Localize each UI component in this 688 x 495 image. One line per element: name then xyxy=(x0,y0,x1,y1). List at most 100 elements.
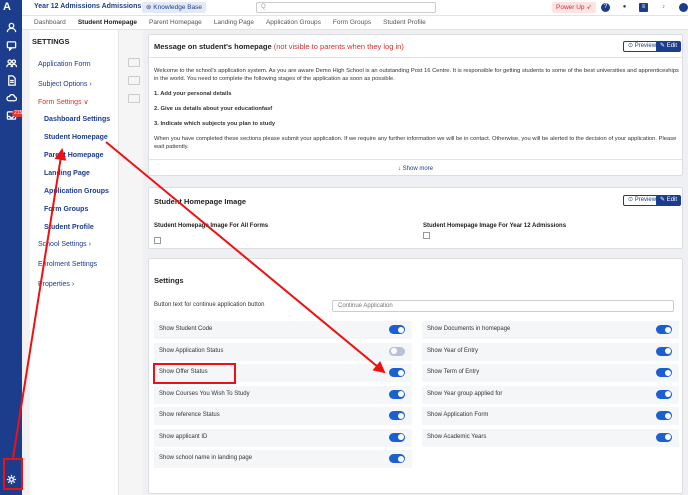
tab-form-groups[interactable]: Form Groups xyxy=(333,19,371,26)
settings-sidebar: SETTINGS Application Form Subject Option… xyxy=(30,30,118,495)
edit-label: Edit xyxy=(666,197,678,203)
knowledge-base-label: Knowledge Base xyxy=(153,4,203,11)
message-outro: When you have completed these sections p… xyxy=(154,136,677,150)
toggle-switch[interactable] xyxy=(389,346,405,356)
eye-icon: ⊙ xyxy=(628,43,635,49)
sidebar-item-enrolment-settings[interactable]: Enrolment Settings xyxy=(38,261,97,268)
sidebar-item-subject-options[interactable]: Subject Options › xyxy=(38,81,92,88)
message-icon[interactable] xyxy=(3,38,19,52)
settings-title: SETTINGS xyxy=(32,37,70,46)
toggle-switch[interactable] xyxy=(389,368,405,377)
tab-parent-homepage[interactable]: Parent Homepage xyxy=(149,19,202,26)
user-icon[interactable] xyxy=(3,20,19,34)
preview-label: Preview xyxy=(634,197,657,203)
app-logo-icon[interactable]: A xyxy=(3,1,11,13)
message-step-2: 2. Give us details about your educationf… xyxy=(154,106,273,112)
toggle-row: Show Application Status xyxy=(154,342,412,361)
tab-student-profile[interactable]: Student Profile xyxy=(383,19,426,26)
power-up-label: Power Up xyxy=(556,4,585,11)
image-label-year12: Student Homepage Image For Year 12 Admis… xyxy=(423,223,567,229)
cloud-icon[interactable] xyxy=(3,90,19,104)
toggle-label: Show Academic Years xyxy=(427,433,487,440)
sidebar-item-parent-homepage[interactable]: Parent Homepage xyxy=(44,152,104,159)
sidebar-item-form-groups[interactable]: Form Groups xyxy=(44,206,88,213)
school-selector[interactable]: Year 12 Admissions Admissions Y... xyxy=(34,3,153,10)
sidebar-item-dashboard-settings[interactable]: Dashboard Settings xyxy=(44,116,110,123)
panel-icon[interactable] xyxy=(128,76,140,85)
toggle-switch[interactable] xyxy=(389,411,405,420)
sidebar-item-landing-page[interactable]: Landing Page xyxy=(44,170,90,177)
sidebar-item-properties[interactable]: Properties › xyxy=(38,281,74,288)
avatar[interactable] xyxy=(679,3,688,12)
left-rail: A 215 xyxy=(0,0,25,495)
notes-icon[interactable]: ≡ xyxy=(639,3,648,12)
panel-icon[interactable] xyxy=(128,58,140,67)
message-card: Message on student's homepage (not visib… xyxy=(148,34,683,176)
tab-dashboard[interactable]: Dashboard xyxy=(34,19,66,26)
toggle-switch[interactable] xyxy=(389,432,405,442)
toggle-switch[interactable] xyxy=(656,346,672,356)
toggle-row: Show Academic Years xyxy=(422,428,679,447)
toggle-row: Show reference Status xyxy=(154,407,412,425)
toggle-row: Show school name in landing page xyxy=(154,450,412,468)
toggle-switch[interactable] xyxy=(656,368,672,377)
sidebar-scrollbar[interactable] xyxy=(118,30,125,495)
show-more-link[interactable]: ↓ Show more xyxy=(149,166,682,172)
image-label-all-forms: Student Homepage Image For All Forms xyxy=(154,223,269,229)
message-title-text: Message on student's homepage xyxy=(154,42,272,51)
settings-card-title: Settings xyxy=(154,276,184,285)
toggle-switch[interactable] xyxy=(656,325,672,334)
message-warning: (not visible to parents when they log in… xyxy=(273,42,404,51)
broken-image-icon xyxy=(154,237,161,244)
knowledge-base-button[interactable]: ⊚ Knowledge Base xyxy=(142,2,207,13)
image-card-title: Student Homepage Image xyxy=(154,197,247,206)
toggle-row: Show Courses You Wish To Study xyxy=(154,385,412,404)
toggle-switch[interactable] xyxy=(656,411,672,420)
toggle-switch[interactable] xyxy=(389,389,405,399)
tab-landing-page[interactable]: Landing Page xyxy=(214,19,254,26)
power-up-button[interactable]: Power Up ➶ xyxy=(552,2,596,13)
toggle-label: Show Application Form xyxy=(427,412,489,418)
toggle-label: Show applicant ID xyxy=(159,433,208,440)
lightbulb-icon[interactable]: ● xyxy=(620,3,629,12)
tab-bar: Dashboard Student Homepage Parent Homepa… xyxy=(22,16,688,30)
app-root: A 215 Year 12 Admissions Admissions Y...… xyxy=(0,0,688,495)
sidebar-item-application-groups[interactable]: Application Groups xyxy=(44,188,109,195)
toggle-label: Show Student Code xyxy=(159,326,213,332)
toggle-switch[interactable] xyxy=(389,454,405,463)
panel-icon[interactable] xyxy=(128,94,140,103)
button-text-label: Button text for continue application but… xyxy=(154,302,265,308)
divider xyxy=(149,159,682,160)
toggle-switch[interactable] xyxy=(656,389,672,399)
toggle-switch[interactable] xyxy=(656,432,672,442)
button-text-input[interactable]: Continue Application xyxy=(332,300,674,312)
tab-application-groups[interactable]: Application Groups xyxy=(266,19,321,26)
bell-icon[interactable]: ♪ xyxy=(659,3,668,12)
message-edit-button[interactable]: ✎ Edit xyxy=(656,41,682,52)
search-input[interactable]: Q xyxy=(256,2,436,13)
sidebar-item-application-form[interactable]: Application Form xyxy=(38,61,91,68)
sidebar-item-school-settings[interactable]: School Settings › xyxy=(38,241,91,248)
sidebar-item-student-profile[interactable]: Student Profile xyxy=(44,224,94,231)
divider xyxy=(149,57,682,58)
toggle-row: Show Term of Entry xyxy=(422,364,679,382)
annotation-box-settings xyxy=(3,458,23,490)
toggle-label: Show Courses You Wish To Study xyxy=(159,390,250,397)
toggle-row: Show applicant ID xyxy=(154,428,412,447)
message-step-1: 1. Add your personal details xyxy=(154,91,232,97)
sidebar-item-student-homepage[interactable]: Student Homepage xyxy=(44,134,108,141)
pencil-icon: ✎ xyxy=(660,197,667,203)
rocket-icon: ➶ xyxy=(586,4,592,11)
document-icon[interactable] xyxy=(3,73,19,87)
annotation-box-offer-status xyxy=(153,363,236,384)
toggle-row: Show Documents in homepage xyxy=(422,321,679,339)
image-edit-button[interactable]: ✎ Edit xyxy=(656,195,682,206)
users-icon[interactable] xyxy=(3,56,19,70)
toggle-row: Show Application Form xyxy=(422,407,679,425)
pencil-icon: ✎ xyxy=(660,43,667,49)
sidebar-item-form-settings[interactable]: Form Settings ∨ xyxy=(38,98,89,106)
toggle-switch[interactable] xyxy=(389,325,405,334)
tab-student-homepage[interactable]: Student Homepage xyxy=(78,19,137,26)
question-icon[interactable]: ? xyxy=(601,3,610,12)
toggle-label: Show reference Status xyxy=(159,412,220,418)
